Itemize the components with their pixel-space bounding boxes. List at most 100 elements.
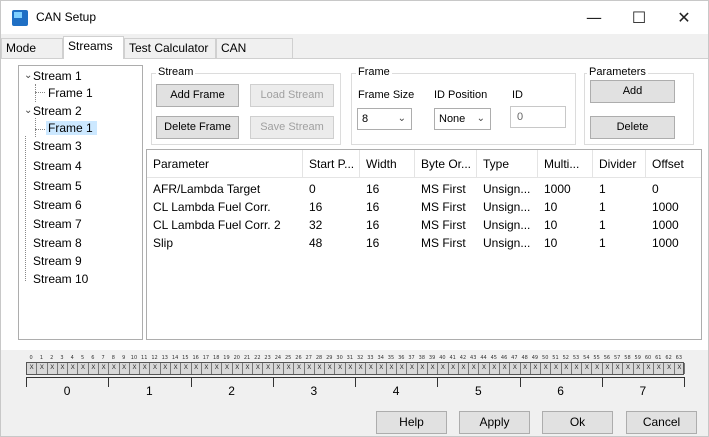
bit-cell[interactable]: X [634, 363, 644, 374]
id-position-select[interactable]: None ⌄ [434, 108, 491, 130]
tree-item-stream-7[interactable]: Stream 7 [33, 217, 82, 231]
bit-cell[interactable]: X [284, 363, 295, 374]
bit-cell[interactable]: X [274, 363, 285, 374]
close-button[interactable]: ✕ [661, 1, 707, 34]
apply-button[interactable]: Apply [459, 411, 530, 434]
bit-cell[interactable]: X [161, 363, 171, 374]
bit-cell[interactable]: X [58, 363, 69, 374]
bit-cell[interactable]: X [325, 363, 336, 374]
bit-cell[interactable]: X [592, 363, 603, 374]
tree-item-stream-3[interactable]: Stream 3 [33, 139, 82, 153]
bit-cell[interactable]: X [428, 363, 439, 374]
bit-cell[interactable]: X [48, 363, 58, 374]
bit-cell[interactable]: X [109, 363, 120, 374]
bit-cell[interactable]: X [418, 363, 428, 374]
bit-cell[interactable]: X [27, 363, 38, 374]
bit-cell[interactable]: X [469, 363, 480, 374]
column-header-byte-order[interactable]: Byte Or... [415, 150, 477, 178]
tab-mode[interactable]: Mode [1, 38, 63, 59]
bit-cell[interactable]: X [603, 363, 614, 374]
help-button[interactable]: Help [376, 411, 447, 434]
column-header-width[interactable]: Width [360, 150, 415, 178]
bit-cell[interactable]: X [294, 363, 305, 374]
add-frame-button[interactable]: Add Frame [156, 84, 239, 107]
bit-cell[interactable]: X [623, 363, 634, 374]
bit-cell[interactable]: X [78, 363, 89, 374]
column-header-offset[interactable]: Offset [646, 150, 701, 178]
column-header-start-position[interactable]: Start P... [303, 150, 360, 178]
bit-cell[interactable]: X [356, 363, 367, 374]
bit-cell[interactable]: X [68, 363, 79, 374]
bit-cell[interactable]: X [192, 363, 202, 374]
bit-cell[interactable]: X [130, 363, 141, 374]
bit-cell[interactable]: X [202, 363, 213, 374]
tree-item-stream-8[interactable]: Stream 8 [33, 236, 82, 250]
tree-item-stream-9[interactable]: Stream 9 [33, 254, 82, 268]
chevron-down-icon[interactable]: ⌄ [24, 105, 32, 116]
chevron-down-icon[interactable]: ⌄ [24, 70, 32, 81]
save-stream-button[interactable]: Save Stream [250, 116, 334, 139]
bit-cell[interactable]: X [140, 363, 151, 374]
bit-cell[interactable]: X [490, 363, 500, 374]
bit-cell[interactable]: X [377, 363, 387, 374]
bit-cell[interactable]: X [37, 363, 48, 374]
bit-cell[interactable]: X [541, 363, 552, 374]
bit-cell[interactable]: X [531, 363, 542, 374]
tree-item-stream-2[interactable]: Stream 2 [33, 104, 82, 118]
column-header-divider[interactable]: Divider [593, 150, 646, 178]
bit-cell[interactable]: X [654, 363, 665, 374]
bit-cell[interactable]: X [479, 363, 490, 374]
bit-cell[interactable]: X [120, 363, 130, 374]
bit-cell[interactable]: X [407, 363, 418, 374]
stream-tree[interactable]: ⌄ Stream 1 Frame 1 ⌄ Stream 2 Frame 1 St… [18, 65, 143, 340]
bit-cell[interactable]: X [315, 363, 326, 374]
tree-item-stream-10[interactable]: Stream 10 [33, 272, 88, 286]
tab-streams[interactable]: Streams [63, 36, 124, 59]
bit-cell[interactable]: X [305, 363, 315, 374]
load-stream-button[interactable]: Load Stream [250, 84, 334, 107]
bit-cell[interactable]: X [562, 363, 572, 374]
bit-cell[interactable]: X [459, 363, 470, 374]
frame-size-select[interactable]: 8 ⌄ [357, 108, 412, 130]
bit-cell[interactable]: X [366, 363, 377, 374]
parameters-table[interactable]: Parameter Start P... Width Byte Or... Ty… [146, 149, 702, 340]
bit-cell[interactable]: X [212, 363, 223, 374]
bit-cell[interactable]: X [521, 363, 531, 374]
delete-parameter-button[interactable]: Delete [590, 116, 675, 139]
bit-cell[interactable]: X [613, 363, 624, 374]
column-header-parameter[interactable]: Parameter [147, 150, 303, 178]
bit-cell[interactable]: X [335, 363, 346, 374]
bit-cell[interactable]: X [551, 363, 562, 374]
bit-cell[interactable]: X [243, 363, 254, 374]
bit-cell[interactable]: X [572, 363, 583, 374]
bit-cell[interactable]: X [233, 363, 243, 374]
bit-cell[interactable]: X [675, 363, 685, 374]
bit-cell[interactable]: X [438, 363, 449, 374]
tab-test-calculator[interactable]: Test Calculator [124, 38, 216, 59]
bit-cell[interactable]: X [582, 363, 593, 374]
bit-cell[interactable]: X [171, 363, 182, 374]
bit-cell[interactable]: X [644, 363, 655, 374]
add-parameter-button[interactable]: Add [590, 80, 675, 103]
cancel-button[interactable]: Cancel [626, 411, 697, 434]
column-header-multiplier[interactable]: Multi... [538, 150, 593, 178]
bit-cell[interactable]: X [387, 363, 398, 374]
bit-cell[interactable]: X [89, 363, 99, 374]
bit-cell[interactable]: X [346, 363, 356, 374]
bit-cell[interactable]: X [222, 363, 233, 374]
delete-frame-button[interactable]: Delete Frame [156, 116, 239, 139]
tree-item-stream-1-frame-1[interactable]: Frame 1 [48, 86, 93, 100]
maximize-button[interactable]: ☐ [616, 1, 662, 34]
tab-can-devices[interactable]: CAN Devices [216, 38, 293, 74]
bit-cell[interactable]: X [449, 363, 459, 374]
bit-cell[interactable]: X [253, 363, 264, 374]
tree-item-stream-2-frame-1[interactable]: Frame 1 [46, 121, 97, 135]
bit-cell[interactable]: X [664, 363, 675, 374]
bit-cell[interactable]: X [150, 363, 161, 374]
tree-item-stream-1[interactable]: Stream 1 [33, 69, 82, 83]
tree-item-stream-6[interactable]: Stream 6 [33, 198, 82, 212]
minimize-button[interactable]: — [571, 1, 617, 34]
bit-cell[interactable]: X [263, 363, 274, 374]
bit-cell[interactable]: X [500, 363, 511, 374]
bit-cell[interactable]: X [397, 363, 408, 374]
